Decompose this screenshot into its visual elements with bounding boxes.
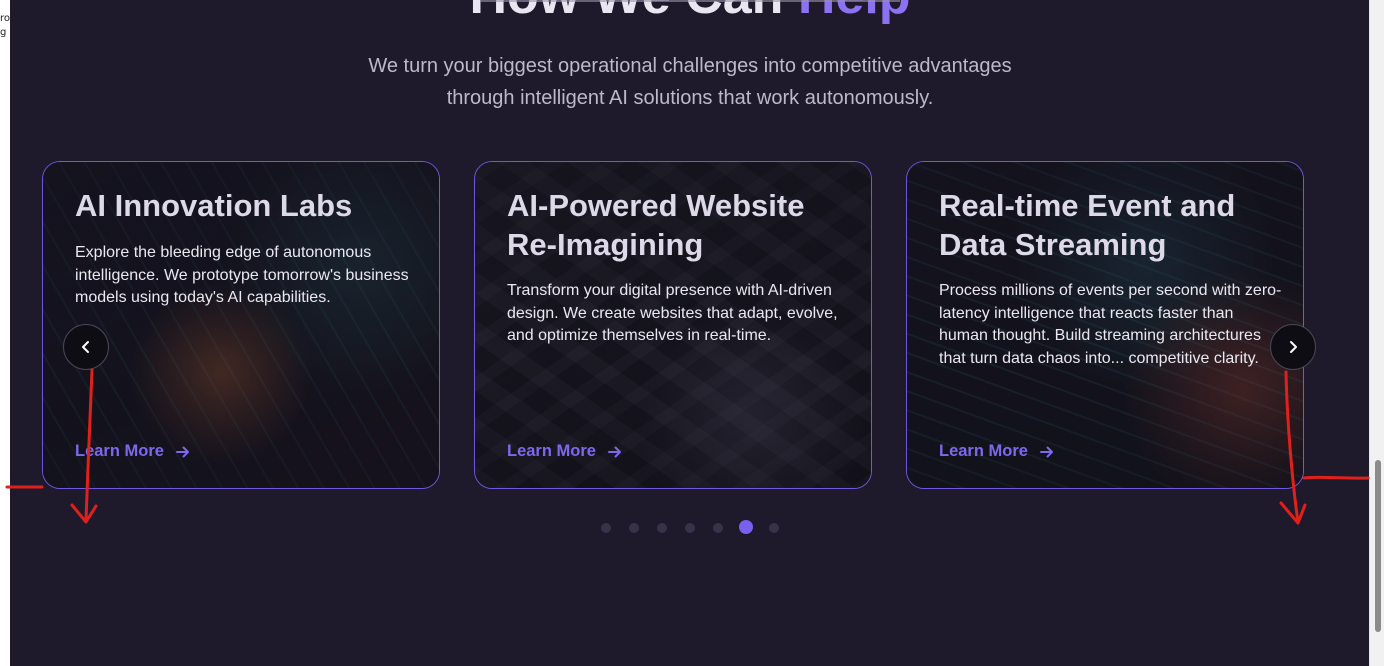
arrow-right-icon [175,446,189,457]
carousel-dot[interactable] [601,523,611,533]
card-description: Process millions of events per second wi… [939,282,1282,367]
arrow-right-icon [607,446,621,457]
learn-more-label: Learn More [75,442,164,460]
carousel-dot[interactable] [629,523,639,533]
subtitle-line-1: We turn your biggest operational challen… [368,55,1012,77]
chevron-left-icon [82,341,89,353]
services-section: How We Can Help We turn your biggest ope… [10,0,1370,666]
carousel-dot[interactable] [713,523,723,533]
learn-more-link[interactable]: Learn More [939,442,1054,461]
card-description: Explore the bleeding edge of autonomous … [75,244,409,306]
card-title: AI Innovation Labs [75,188,353,223]
left-strip-text-1: ro [0,13,10,24]
carousel-dot[interactable] [657,523,667,533]
service-card-ai-innovation-labs: AI Innovation Labs Explore the bleeding … [42,161,440,489]
learn-more-link[interactable]: Learn More [507,442,622,461]
carousel-prev-button[interactable] [63,324,109,370]
carousel-next-button[interactable] [1270,324,1316,370]
service-card-website-reimagining: AI-Powered Website Re-Imagining Transfor… [474,161,872,489]
arrow-right-icon [1039,446,1053,457]
chevron-right-icon [1290,341,1297,353]
left-window-strip: ro g [0,0,10,666]
learn-more-link[interactable]: Learn More [75,442,190,461]
card-title: Real-time Event and Data Streaming [939,188,1236,262]
service-card-data-streaming: Real-time Event and Data Streaming Proce… [906,161,1304,489]
carousel-dot[interactable] [769,523,779,533]
left-strip-text-2: g [0,27,7,38]
heading-accent: Help [798,0,911,25]
learn-more-label: Learn More [939,442,1028,460]
subtitle-line-2: through intelligent AI solutions that wo… [446,87,934,109]
scrollbar-thumb[interactable] [1375,460,1381,632]
carousel-pagination [601,520,797,534]
heading-main: How We Can [469,0,783,25]
card-description: Transform your digital presence with AI-… [507,282,838,344]
heading-divider [480,0,900,2]
page-scrollbar[interactable] [1369,0,1384,666]
section-heading: How We Can Help [10,0,1370,26]
carousel-dot[interactable] [685,523,695,533]
section-subtitle: We turn your biggest operational challen… [330,50,1050,114]
learn-more-label: Learn More [507,442,596,460]
card-title: AI-Powered Website Re-Imagining [507,188,805,262]
carousel-dot-active[interactable] [739,520,753,534]
